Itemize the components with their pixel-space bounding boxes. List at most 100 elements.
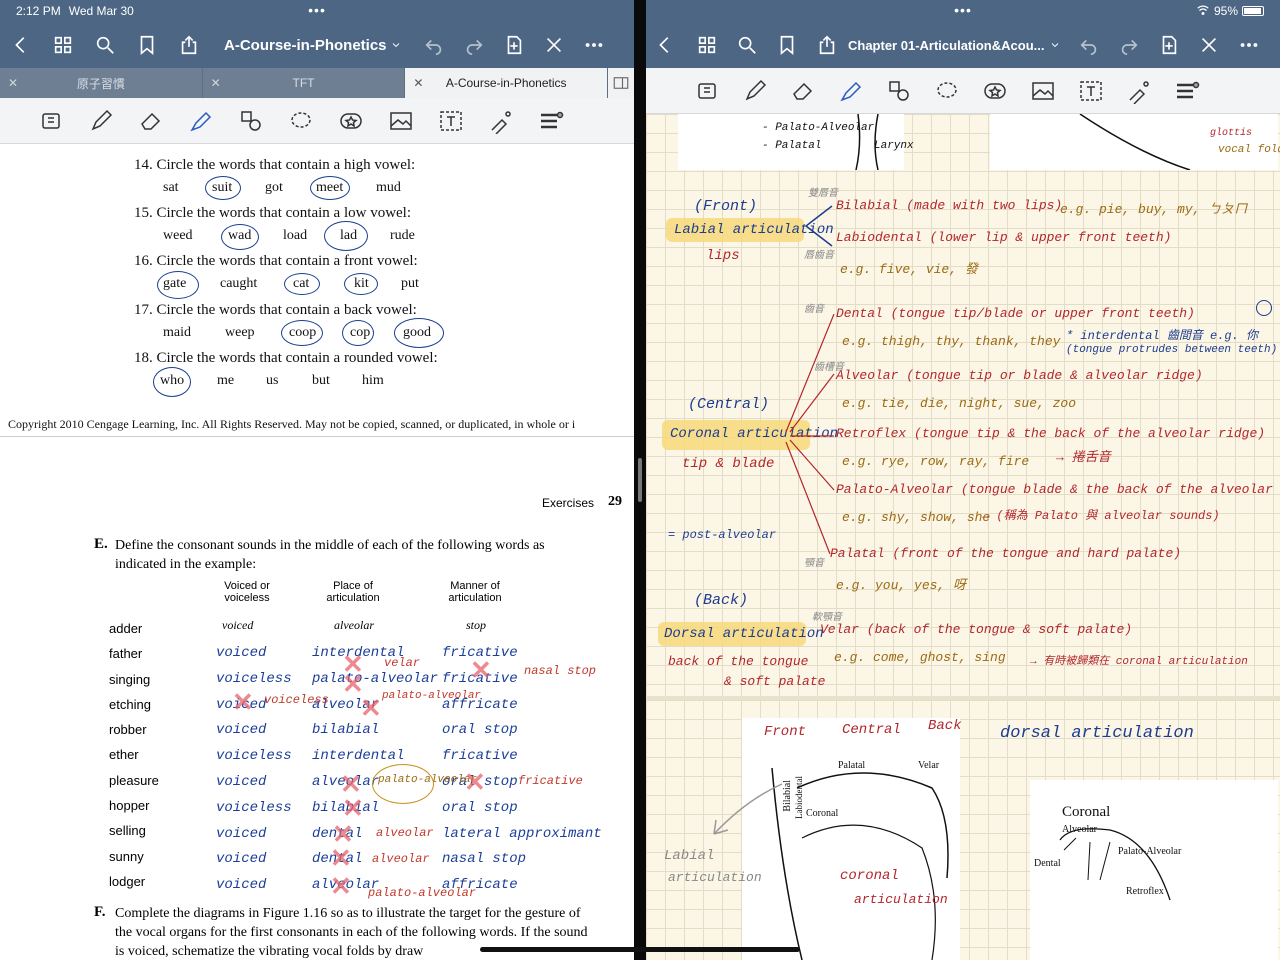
document-title[interactable]: Chapter 01-Articulation&Acou... [848, 38, 1044, 53]
ink-circle [284, 273, 320, 295]
home-indicator[interactable] [480, 947, 800, 952]
redo-icon[interactable] [1114, 30, 1144, 60]
cross-mark-icon: ✕ [232, 688, 254, 717]
dorsal-heading: Dorsal articulation [664, 626, 824, 642]
word-list: adder father singing etching robber ethe… [109, 621, 159, 889]
text-tool-icon[interactable] [436, 106, 466, 136]
tab-atomic-habits[interactable]: ✕ 原子習慣 [0, 68, 203, 98]
pen-icon[interactable] [86, 106, 116, 136]
eraser-icon[interactable] [788, 76, 818, 106]
pasted-image: glottis vocal folds [990, 114, 1280, 170]
notebook-page-1: - Palato-Alveolar - Palatal Larynx glott… [646, 114, 1280, 696]
page-number: 29 [608, 494, 622, 509]
bookmark-icon[interactable] [132, 30, 162, 60]
right-header: 95% ••• Chapter 01-Articulation&Acou... [646, 0, 1280, 68]
multitask-dots-icon[interactable]: ••• [308, 2, 326, 18]
lasso-icon[interactable] [932, 76, 962, 106]
copyright-text: Copyright 2010 Cengage Learning, Inc. Al… [8, 417, 576, 431]
share-icon[interactable] [812, 30, 842, 60]
ink-circle [372, 764, 434, 804]
add-page-icon[interactable] [1154, 30, 1184, 60]
add-page-icon[interactable] [499, 30, 529, 60]
undo-icon[interactable] [1074, 30, 1104, 60]
more-icon[interactable] [1234, 30, 1264, 60]
divider-handle[interactable] [638, 458, 642, 502]
highlighter-icon[interactable] [836, 76, 866, 106]
color-palette-icon[interactable] [536, 106, 566, 136]
right-app-pane: 95% ••• Chapter 01-Articulation&Acou... [646, 0, 1280, 960]
ink-circle [205, 176, 241, 200]
document-title[interactable]: A-Course-in-Phonetics [224, 37, 387, 54]
column-header: Place of articulation [326, 580, 380, 604]
search-icon[interactable] [732, 30, 762, 60]
close-tools-icon[interactable] [1194, 30, 1224, 60]
shapes-icon[interactable] [884, 76, 914, 106]
share-icon[interactable] [174, 30, 204, 60]
status-time: 2:12 PM [16, 4, 61, 18]
back-icon[interactable] [650, 30, 680, 60]
ink-circle [394, 318, 444, 348]
running-header: Exercises [542, 496, 595, 510]
chevron-down-icon[interactable] [389, 30, 403, 60]
lasso-select-icon[interactable] [692, 76, 722, 106]
ink-circle [324, 221, 368, 251]
more-icon[interactable] [579, 30, 609, 60]
annotation-toolbar [646, 68, 1280, 114]
redo-icon[interactable] [459, 30, 489, 60]
voicing-answers: voiced voiceless voiced voiced voiceless… [216, 645, 292, 894]
pdf-page-lower: Exercises 29 E. Define the consonant sou… [0, 438, 634, 960]
left-header: 2:12 PM Wed Mar 30 ••• A-Course-in-Phone… [0, 0, 634, 68]
sticker-icon[interactable] [980, 76, 1010, 106]
lasso-select-icon[interactable] [36, 106, 66, 136]
image-icon[interactable] [386, 106, 416, 136]
sticker-icon[interactable] [336, 106, 366, 136]
ink-circle [157, 271, 199, 299]
text-tool-icon[interactable] [1076, 76, 1106, 106]
ink-circle [310, 176, 350, 200]
tab-a-course-in-phonetics[interactable]: ✕ A-Course-in-Phonetics [405, 68, 609, 98]
search-icon[interactable] [90, 30, 120, 60]
close-tools-icon[interactable] [539, 30, 569, 60]
ink-circle [281, 320, 323, 346]
annotation-toolbar [0, 98, 634, 144]
laser-pointer-icon[interactable] [1124, 76, 1154, 106]
pasted-image: - Palato-Alveolar - Palatal Larynx [678, 114, 914, 170]
laser-pointer-icon[interactable] [486, 106, 516, 136]
highlighter-icon[interactable] [186, 106, 216, 136]
image-icon[interactable] [1028, 76, 1058, 106]
ink-circle [344, 273, 378, 295]
wifi-icon [1196, 3, 1210, 20]
thumbnails-icon[interactable] [48, 30, 78, 60]
eraser-icon[interactable] [136, 106, 166, 136]
chevron-down-icon[interactable] [1048, 30, 1062, 60]
notebook-page-2: Palatal Velar Bilabial Labiodental Coron… [646, 700, 1280, 960]
cross-mark-icon: ✕ [330, 872, 352, 901]
status-date: Wed Mar 30 [68, 4, 134, 18]
close-tab-icon[interactable]: ✕ [413, 76, 423, 90]
cross-mark-icon: ✕ [464, 768, 486, 797]
split-view-divider[interactable] [634, 0, 646, 960]
connector-lines [785, 314, 835, 555]
left-app-pane: 2:12 PM Wed Mar 30 ••• A-Course-in-Phone… [0, 0, 634, 960]
battery-icon [1242, 6, 1264, 16]
tab-tft[interactable]: ✕ TFT [203, 68, 406, 98]
column-header: Voiced or voiceless [224, 580, 270, 604]
close-tab-icon[interactable]: ✕ [211, 76, 221, 90]
battery-level: 95% [1213, 4, 1238, 18]
pen-icon[interactable] [740, 76, 770, 106]
shapes-icon[interactable] [236, 106, 266, 136]
lasso-icon[interactable] [286, 106, 316, 136]
back-icon[interactable] [6, 30, 36, 60]
dorsal-label: dorsal articulation [1000, 724, 1194, 743]
split-view-icon[interactable] [608, 68, 634, 98]
close-tab-icon[interactable]: ✕ [8, 76, 18, 90]
color-palette-icon[interactable] [1172, 76, 1202, 106]
bookmark-icon[interactable] [772, 30, 802, 60]
undo-icon[interactable] [419, 30, 449, 60]
pdf-page-upper: 14. Circle the words that contain a high… [0, 145, 634, 437]
ink-circle [342, 320, 374, 346]
page-separator [646, 696, 1280, 700]
thumbnails-icon[interactable] [692, 30, 722, 60]
info-circle-icon[interactable] [1256, 300, 1272, 316]
multitask-dots-icon[interactable]: ••• [954, 2, 972, 18]
